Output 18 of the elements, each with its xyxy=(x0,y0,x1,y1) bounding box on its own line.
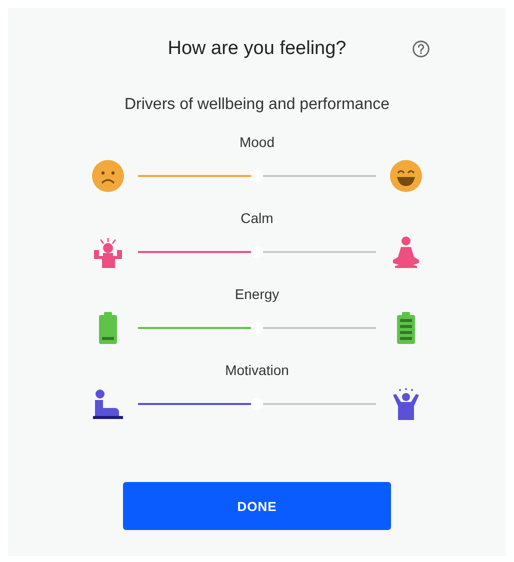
slider-label: Motivation xyxy=(225,362,289,378)
done-button[interactable]: DONE xyxy=(123,482,391,530)
help-icon[interactable] xyxy=(412,40,430,58)
slider-thumb[interactable] xyxy=(251,322,263,334)
slider-thumb[interactable] xyxy=(251,170,263,182)
sitting-person-icon xyxy=(92,388,124,420)
sad-face-icon xyxy=(92,160,124,192)
laughing-face-icon xyxy=(390,160,422,192)
meditating-person-icon xyxy=(390,236,422,268)
slider-thumb[interactable] xyxy=(251,398,263,410)
slider-label: Calm xyxy=(240,210,274,226)
slider-label: Mood xyxy=(239,134,275,150)
subtitle: Drivers of wellbeing and performance xyxy=(124,96,390,114)
stressed-person-icon xyxy=(92,236,124,268)
dialog-title: How are you feeling? xyxy=(168,38,346,60)
slider-label: Energy xyxy=(234,286,280,302)
slider-thumb[interactable] xyxy=(251,246,263,258)
cheering-person-icon xyxy=(390,388,422,420)
